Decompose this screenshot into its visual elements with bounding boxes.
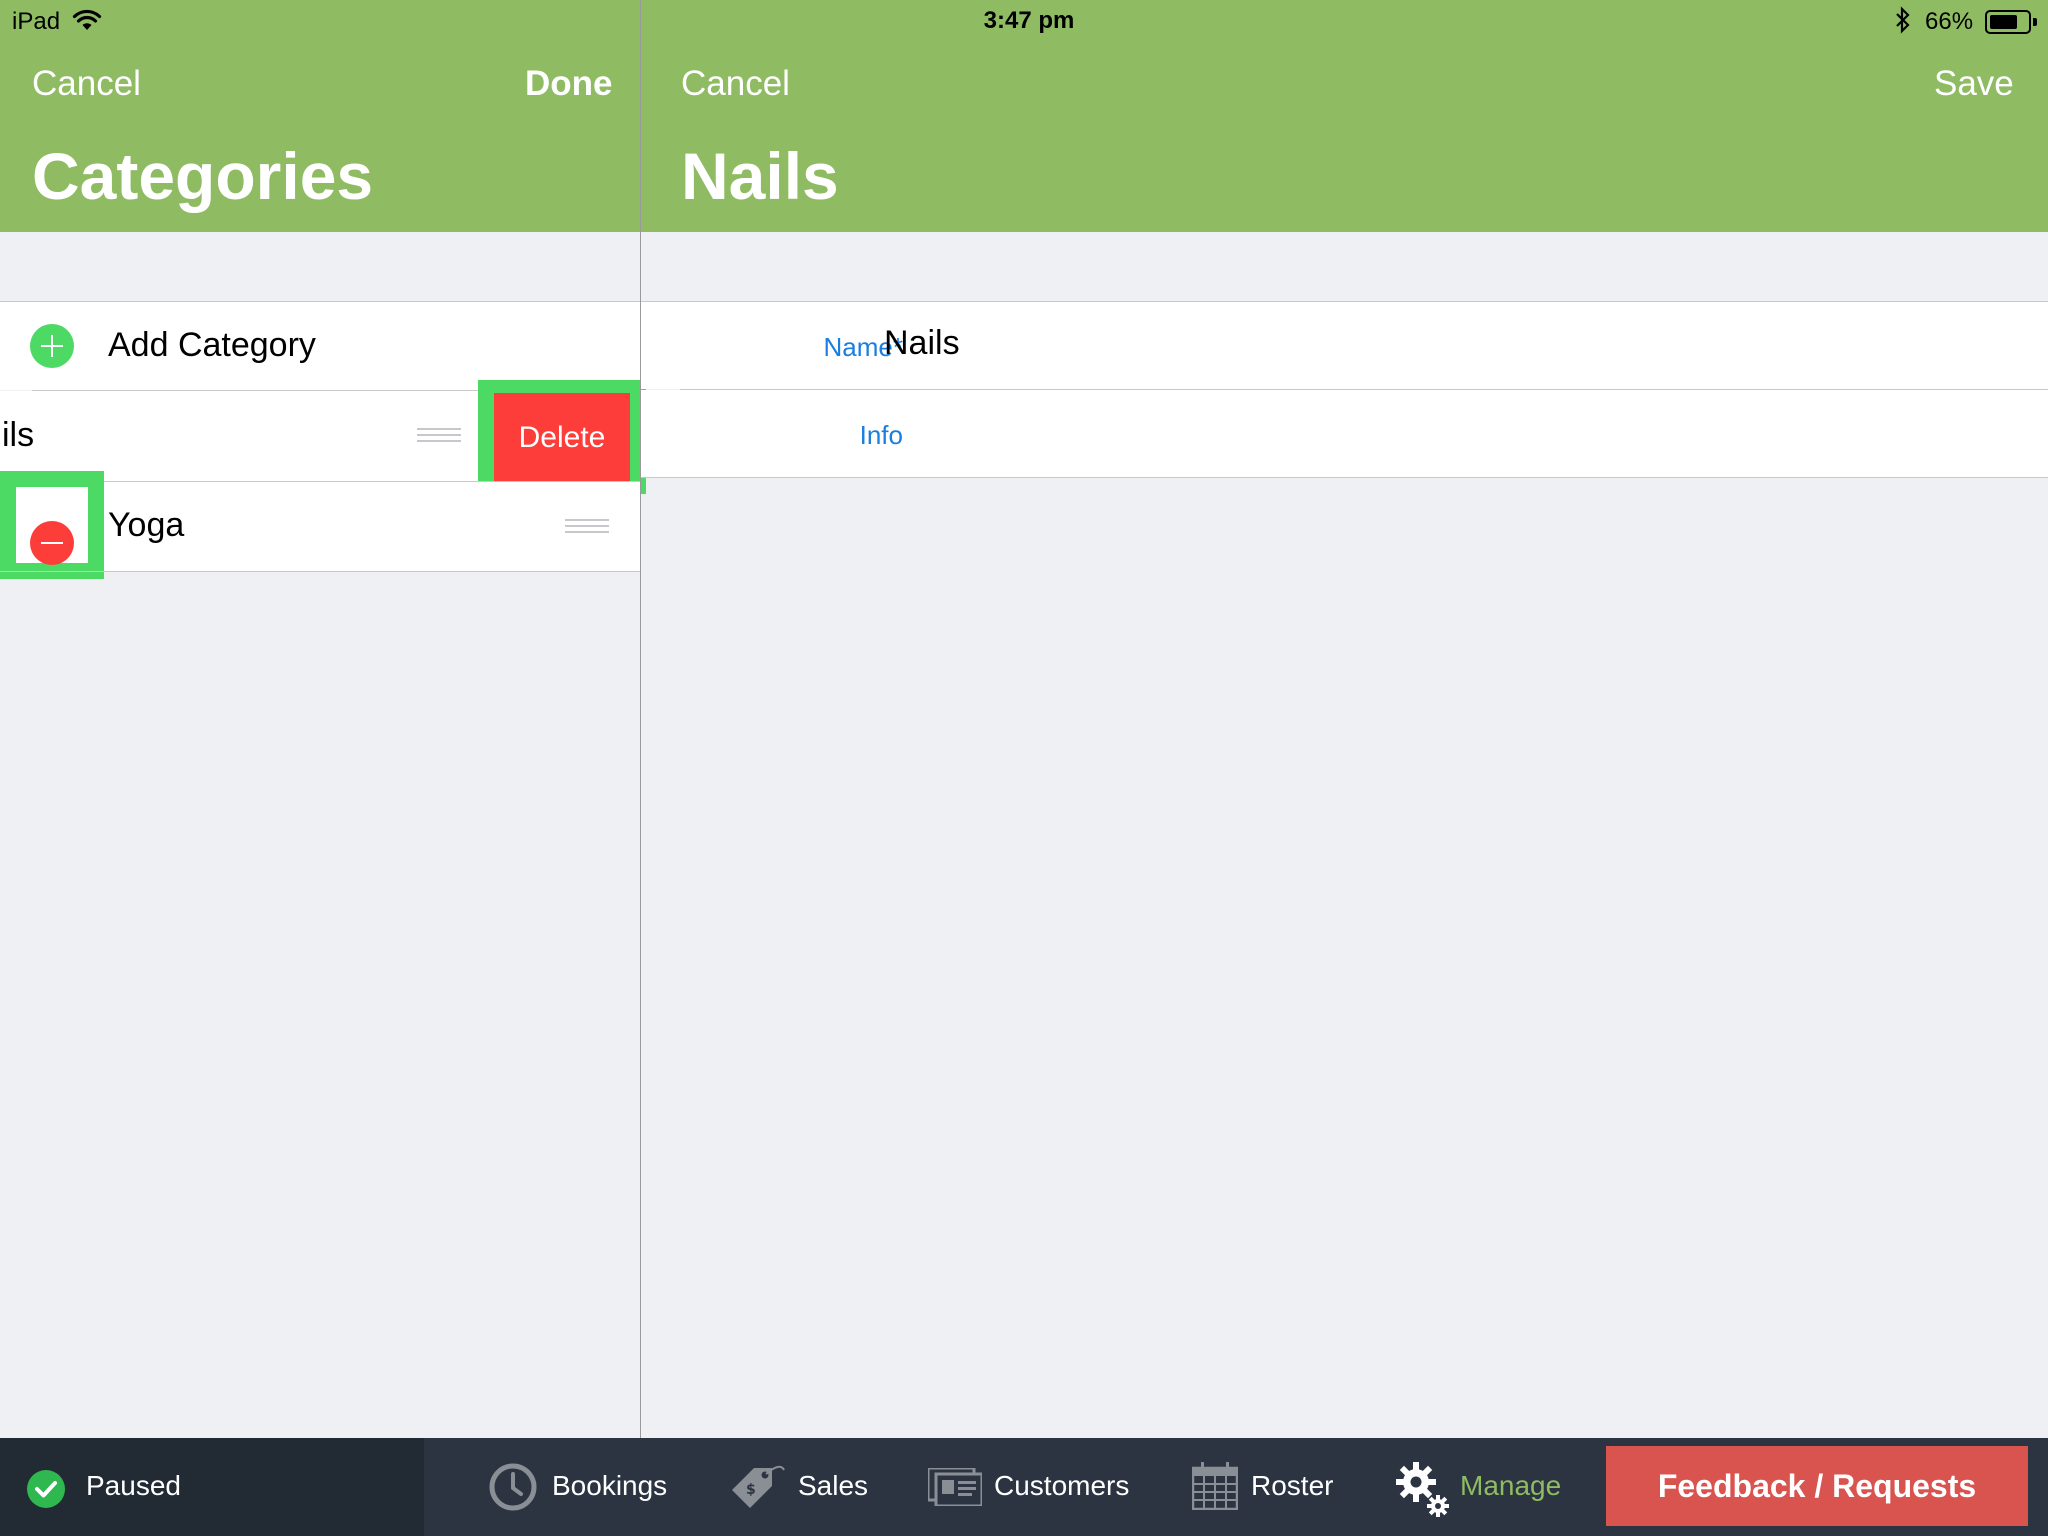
battery-percent: 66% (1925, 8, 1974, 35)
price-tag-icon: $ (732, 1465, 785, 1508)
battery-icon (1985, 10, 2037, 34)
reorder-handle-icon[interactable] (565, 519, 609, 533)
name-input[interactable]: Nails (884, 324, 960, 363)
delete-minus-icon[interactable] (30, 521, 74, 565)
add-category-label: Add Category (108, 326, 316, 364)
tab-sales[interactable]: $ Sales (728, 1438, 868, 1536)
tab-label: Customers (994, 1470, 1130, 1501)
tab-customers[interactable]: Customers (928, 1438, 1148, 1536)
status-bar: iPad 3:47 pm 66% (0, 0, 2048, 42)
tab-label: Roster (1251, 1470, 1334, 1501)
check-circle-icon (27, 1470, 65, 1508)
save-button[interactable]: Save (1934, 64, 2014, 104)
minus-highlight (0, 471, 104, 579)
right-cancel-button[interactable]: Cancel (681, 64, 790, 104)
tab-manage[interactable]: Manage (1394, 1438, 1574, 1536)
info-label: Info (859, 420, 903, 450)
add-icon[interactable] (30, 324, 74, 368)
page-title: Categories (32, 139, 374, 213)
category-label: Yoga (108, 506, 185, 544)
battery-nub (2033, 18, 2037, 26)
reorder-handle-icon[interactable] (417, 428, 461, 442)
battery-fill (1990, 15, 2017, 29)
done-button[interactable]: Done (525, 64, 613, 104)
clock: 3:47 pm (983, 7, 1075, 34)
delete-button[interactable]: Delete (494, 393, 630, 483)
tab-bookings[interactable]: Bookings (488, 1438, 668, 1536)
bluetooth-icon (1896, 6, 1910, 34)
add-category-row[interactable]: Add Category (0, 302, 640, 390)
tab-roster[interactable]: Roster (1192, 1438, 1352, 1536)
status-label: Paused (86, 1470, 181, 1501)
svg-text:$: $ (746, 1482, 756, 1498)
calendar-icon (1192, 1462, 1238, 1510)
name-label: Name* (823, 332, 903, 362)
customers-icon (928, 1468, 982, 1506)
detail-title: Nails (681, 139, 839, 213)
tab-label: Bookings (552, 1470, 668, 1501)
name-field-row[interactable]: Name* Nails (641, 302, 2048, 389)
form-bottom-separator (641, 477, 2048, 478)
info-field-row[interactable]: Info (641, 390, 2048, 477)
list-bottom-separator (0, 571, 640, 572)
clock-icon (489, 1463, 537, 1511)
left-cancel-button[interactable]: Cancel (32, 64, 141, 104)
tab-label: Manage (1460, 1470, 1562, 1501)
gears-icon (1396, 1462, 1449, 1517)
category-label: ils (2, 416, 35, 454)
tab-label: Sales (798, 1470, 869, 1501)
split-divider (640, 0, 641, 1438)
feedback-requests-button[interactable]: Feedback / Requests (1606, 1446, 2028, 1526)
